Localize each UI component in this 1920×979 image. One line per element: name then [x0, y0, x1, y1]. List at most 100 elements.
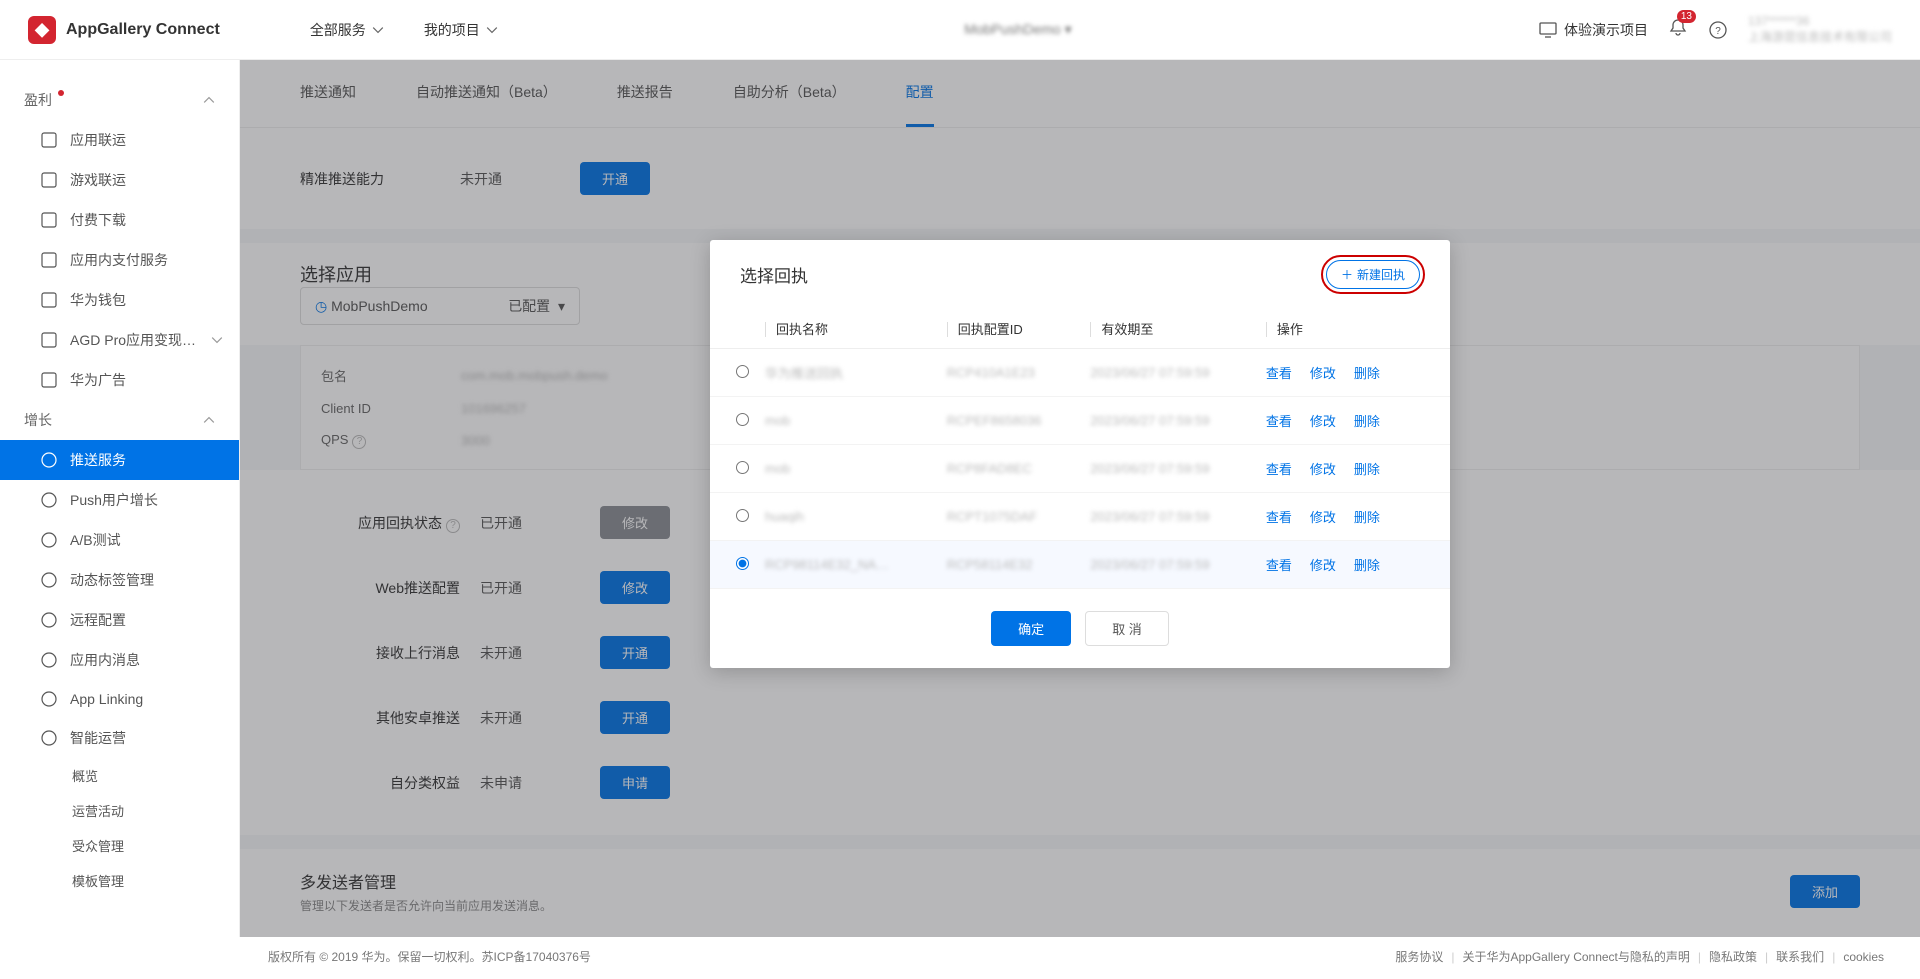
footer-link[interactable]: 关于华为AppGallery Connect与隐私的声明 [1463, 950, 1690, 964]
receipt-table: 回执名称 回执配置ID 有效期至 操作 华为推送回执RCP410A1E23202… [710, 309, 1450, 589]
table-row[interactable]: mobRCP8FAD8EC2023/06/27 07:59:59 查看 修改 删除 [710, 445, 1450, 493]
gear-icon [40, 611, 58, 629]
menu-all-services[interactable]: 全部服务 [310, 20, 384, 40]
sidebar-item[interactable]: 游戏联运 [0, 160, 239, 200]
row-view-link[interactable]: 查看 [1266, 366, 1292, 381]
sidebar-subitem[interactable]: 受众管理 [0, 828, 239, 863]
receipt-cfg: RCP8FAD8EC [939, 445, 1083, 493]
users-icon [40, 491, 58, 509]
row-edit-link[interactable]: 修改 [1310, 414, 1336, 429]
footer-link[interactable]: 服务协议 [1395, 950, 1443, 964]
sidebar-item[interactable]: App Linking [0, 680, 239, 718]
row-delete-link[interactable]: 删除 [1354, 414, 1380, 429]
sidebar-item[interactable]: 华为广告 [0, 360, 239, 400]
ad-icon [40, 371, 58, 389]
sidebar-item[interactable]: 推送服务 [0, 440, 239, 480]
sidebar-item[interactable]: 应用联运 [0, 120, 239, 160]
modal-ok-button[interactable]: 确定 [991, 611, 1071, 646]
row-delete-link[interactable]: 删除 [1354, 510, 1380, 525]
sidebar-item[interactable]: 应用内支付服务 [0, 240, 239, 280]
chevron-down-icon [372, 24, 384, 36]
row-radio[interactable] [736, 413, 749, 426]
brand-name: AppGallery Connect [66, 21, 220, 39]
footer-link[interactable]: 联系我们 [1776, 950, 1824, 964]
receipt-exp: 2023/06/27 07:59:59 [1082, 493, 1258, 541]
table-row[interactable]: mobRCPEF86580362023/06/27 07:59:59 查看 修改 删除 [710, 397, 1450, 445]
main-content: 推送通知 自动推送通知（Beta） 推送报告 自助分析（Beta） 配置 精准推… [240, 60, 1920, 937]
row-radio[interactable] [736, 461, 749, 474]
receipt-name: huaqih [757, 493, 939, 541]
menu-my-projects[interactable]: 我的项目 [424, 20, 498, 40]
row-radio[interactable] [736, 509, 749, 522]
sidebar-item[interactable]: 动态标签管理 [0, 560, 239, 600]
wallet-icon [40, 291, 58, 309]
sidebar-group-growth[interactable]: 增长 [0, 400, 239, 440]
row-view-link[interactable]: 查看 [1266, 558, 1292, 573]
modal-cancel-button[interactable]: 取 消 [1085, 611, 1169, 646]
sidebar-item[interactable]: 远程配置 [0, 600, 239, 640]
row-edit-link[interactable]: 修改 [1310, 558, 1336, 573]
rocket-icon [40, 451, 58, 469]
select-receipt-modal: 选择回执 ＋ 新建回执 回执名称 回执配置ID 有效期至 操作 华为推送回执RC… [710, 240, 1450, 668]
row-edit-link[interactable]: 修改 [1310, 366, 1336, 381]
sidebar-item[interactable]: 华为钱包 [0, 280, 239, 320]
footer-link[interactable]: cookies [1843, 950, 1884, 964]
sidebar-item[interactable]: 智能运营 [0, 718, 239, 758]
receipt-exp: 2023/06/27 07:59:59 [1082, 397, 1258, 445]
sidebar-subitem[interactable]: 模板管理 [0, 863, 239, 898]
flask-icon [40, 531, 58, 549]
row-view-link[interactable]: 查看 [1266, 414, 1292, 429]
row-radio[interactable] [736, 557, 749, 570]
chevron-down-icon [211, 334, 223, 346]
sidebar-item[interactable]: A/B测试 [0, 520, 239, 560]
brand-logo[interactable]: ◆ AppGallery Connect [28, 16, 220, 44]
notification-badge: 13 [1677, 10, 1696, 23]
sidebar-subitem[interactable]: 运营活动 [0, 793, 239, 828]
receipt-cfg: RCPT1075DAF [939, 493, 1083, 541]
sidebar-item[interactable]: AGD Pro应用变现… [0, 320, 239, 360]
receipt-exp: 2023/06/27 07:59:59 [1082, 445, 1258, 493]
account-info[interactable]: 137******36上海游昆信息技术有限公司 [1748, 14, 1892, 45]
receipt-cfg: RCP410A1E23 [939, 349, 1083, 397]
sidebar-item[interactable]: 应用内消息 [0, 640, 239, 680]
demo-project-link[interactable]: 体验演示项目 [1538, 20, 1648, 40]
row-edit-link[interactable]: 修改 [1310, 462, 1336, 477]
modal-overlay: 选择回执 ＋ 新建回执 回执名称 回执配置ID 有效期至 操作 华为推送回执RC… [240, 60, 1920, 937]
chevron-up-icon [203, 94, 215, 106]
footer: 版权所有 © 2019 华为。保留一切权利。苏ICP备17040376号 服务协… [240, 934, 1920, 979]
row-edit-link[interactable]: 修改 [1310, 510, 1336, 525]
brain-icon [40, 729, 58, 747]
sidebar-subitem[interactable]: 概览 [0, 758, 239, 793]
table-row[interactable]: huaqihRCPT1075DAF2023/06/27 07:59:59 查看 修改… [710, 493, 1450, 541]
grid-icon [40, 131, 58, 149]
row-delete-link[interactable]: 删除 [1354, 558, 1380, 573]
modal-title: 选择回执 [740, 262, 808, 287]
receipt-name: 华为推送回执 [757, 349, 939, 397]
sidebar-item[interactable]: 付费下载 [0, 200, 239, 240]
download-icon [40, 211, 58, 229]
project-selector[interactable]: MobPushDemo ▾ [498, 21, 1538, 38]
row-view-link[interactable]: 查看 [1266, 462, 1292, 477]
receipt-cfg: RCPEF8658036 [939, 397, 1083, 445]
receipt-name: mob [757, 445, 939, 493]
chevron-up-icon [203, 414, 215, 426]
receipt-name: mob [757, 397, 939, 445]
row-radio[interactable] [736, 365, 749, 378]
receipt-cfg: RCP58114E32 [939, 541, 1083, 589]
row-delete-link[interactable]: 删除 [1354, 462, 1380, 477]
footer-link[interactable]: 隐私政策 [1709, 950, 1757, 964]
new-receipt-button[interactable]: ＋ 新建回执 [1326, 260, 1420, 289]
table-row[interactable]: RCP98114E32_NA…RCP58114E322023/06/27 07:… [710, 541, 1450, 589]
receipt-exp: 2023/06/27 07:59:59 [1082, 349, 1258, 397]
sidebar-item[interactable]: Push用户增长 [0, 480, 239, 520]
link-icon [40, 690, 58, 708]
help-icon[interactable]: ? [1708, 20, 1728, 40]
row-delete-link[interactable]: 删除 [1354, 366, 1380, 381]
notifications-button[interactable]: 13 [1668, 18, 1688, 41]
logo-icon: ◆ [28, 16, 56, 44]
chevrons-icon [40, 331, 58, 349]
table-row[interactable]: 华为推送回执RCP410A1E232023/06/27 07:59:59 查看 修改… [710, 349, 1450, 397]
sidebar-group-profit[interactable]: 盈利 [0, 80, 239, 120]
footer-copyright: 版权所有 © 2019 华为。保留一切权利。苏ICP备17040376号 [268, 948, 591, 965]
row-view-link[interactable]: 查看 [1266, 510, 1292, 525]
